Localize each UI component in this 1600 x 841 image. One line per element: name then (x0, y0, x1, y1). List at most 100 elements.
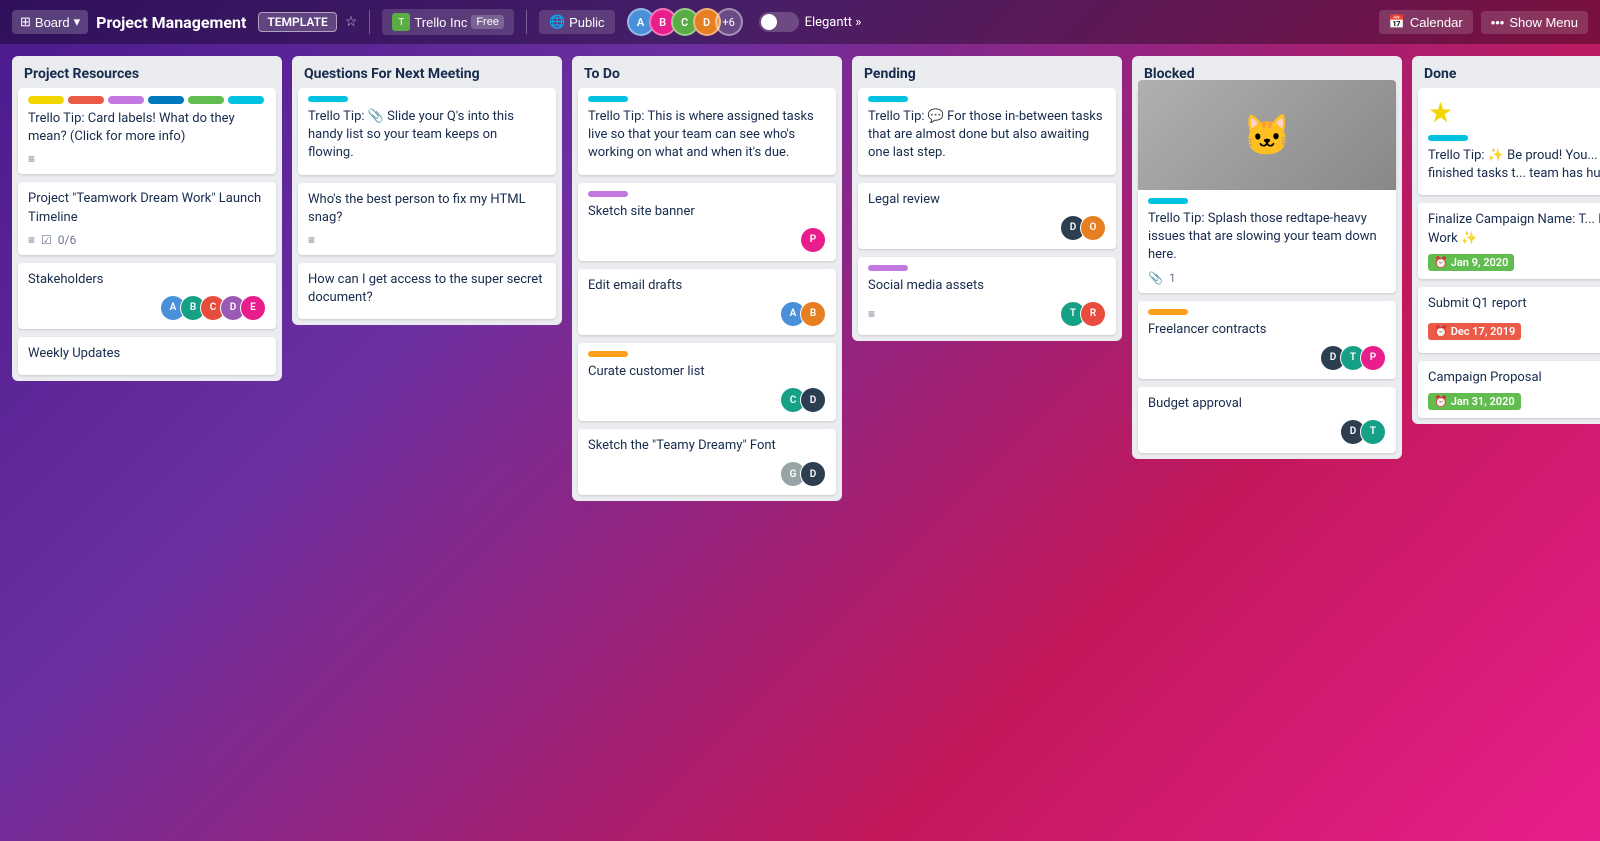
due-date: Jan 9, 2020 (1451, 256, 1509, 269)
cards-container: Trello Tip: This is where assigned tasks… (572, 88, 842, 501)
card-qm-2[interactable]: Who's the best person to fix my HTML sna… (298, 183, 556, 255)
card-title: Trello Tip: This is where assigned tasks… (588, 108, 826, 163)
calendar-button[interactable]: 📅 Calendar (1379, 10, 1473, 34)
more-members-badge[interactable]: +6 (715, 8, 743, 36)
star-icon: ★ (1428, 96, 1600, 129)
card-pr-1[interactable]: Trello Tip: Card labels! What do they me… (18, 88, 276, 174)
card-avatars: D T (1340, 419, 1386, 445)
avatar: D (800, 387, 826, 413)
card-dn-1[interactable]: ★ Trello Tip: ✨ Be proud! You... For all… (1418, 88, 1600, 195)
card-title: Campaign Proposal (1428, 369, 1600, 387)
elegantt-label: Elegantt » (805, 15, 862, 30)
avatar: T (1360, 419, 1386, 445)
label-bar (588, 96, 628, 102)
card-avatars: T R (1060, 301, 1106, 327)
avatar: D (800, 461, 826, 487)
free-badge: Free (471, 15, 504, 29)
attachment-icon: 📎 (1148, 271, 1163, 285)
label-row (28, 96, 266, 104)
column-project-resources: Project Resources Trello Tip: Card label… (12, 56, 282, 381)
card-pr-2[interactable]: Project "Teamwork Dream Work" Launch Tim… (18, 182, 276, 254)
card-dn-4[interactable]: Campaign Proposal ⏰ Jan 31, 2020 (1418, 361, 1600, 418)
card-qm-3[interactable]: How can I get access to the super secret… (298, 263, 556, 319)
due-date: Jan 31, 2020 (1451, 395, 1515, 408)
show-menu-button[interactable]: ••• Show Menu (1481, 11, 1588, 34)
clock-icon: ⏰ (1434, 256, 1448, 269)
column-title: To Do (572, 56, 842, 88)
card-avatars: G D (780, 461, 826, 487)
card-title: Budget approval (1148, 395, 1386, 413)
card-dn-3[interactable]: Submit Q1 report ⏰ Dec 17, 2019 P (1418, 287, 1600, 353)
card-avatars: D O (1060, 215, 1106, 241)
card-td-3[interactable]: Edit email drafts A B (578, 269, 836, 335)
card-pr-3[interactable]: Stakeholders A B C D E (18, 263, 276, 329)
board-title: Project Management (96, 13, 246, 32)
card-td-1[interactable]: Trello Tip: This is where assigned tasks… (578, 88, 836, 175)
label-bar (868, 265, 908, 271)
desc-icon: ≡ (868, 307, 875, 321)
card-title: Legal review (868, 191, 1106, 209)
card-avatars: A B C D E (160, 295, 266, 321)
card-meta: ⏰ Jan 31, 2020 (1428, 393, 1600, 410)
label-bar (1148, 309, 1188, 315)
card-meta: A B (588, 301, 826, 327)
card-title: Who's the best person to fix my HTML sna… (308, 191, 546, 227)
card-td-5[interactable]: Sketch the "Teamy Dreamy" Font G D (578, 429, 836, 495)
column-questions-next-meeting: Questions For Next Meeting Trello Tip: 📎… (292, 56, 562, 325)
column-title: Project Resources (12, 56, 282, 88)
card-meta: C D (588, 387, 826, 413)
due-badge-overdue: ⏰ Dec 17, 2019 (1428, 323, 1521, 340)
cards-container: Trello Tip: Card labels! What do they me… (12, 88, 282, 381)
label-yellow (28, 96, 64, 104)
column-done: Done ★ Trello Tip: ✨ Be proud! You... Fo… (1412, 56, 1600, 424)
star-icon[interactable]: ☆ (345, 14, 358, 30)
elegantt-toggle[interactable] (759, 12, 799, 32)
cards-container: ★ Trello Tip: ✨ Be proud! You... For all… (1412, 88, 1600, 424)
desc-icon: ≡ (308, 233, 315, 247)
card-meta: ≡ (28, 152, 266, 166)
card-meta: P (588, 227, 826, 253)
clock-icon: ⏰ (1434, 395, 1448, 408)
label-green (188, 96, 224, 104)
card-bl-3[interactable]: Budget approval D T (1138, 387, 1396, 453)
card-title: Trello Tip: 📎 Slide your Q's into this h… (308, 108, 546, 163)
card-meta: D T P (1148, 345, 1386, 371)
card-qm-1[interactable]: Trello Tip: 📎 Slide your Q's into this h… (298, 88, 556, 175)
cards-container: Trello Tip: 💬 For those in-between tasks… (852, 88, 1122, 341)
card-meta: D T (1148, 419, 1386, 445)
card-title: Sketch site banner (588, 203, 826, 221)
card-dn-2[interactable]: Finalize Campaign Name: T... Dream Work … (1418, 203, 1600, 278)
card-td-4[interactable]: Curate customer list C D (578, 343, 836, 421)
column-title: Pending (852, 56, 1122, 88)
card-avatars: P (800, 227, 826, 253)
avatar: R (1080, 301, 1106, 327)
due-badge: ⏰ Jan 9, 2020 (1428, 254, 1514, 271)
board-button[interactable]: ⊞ Board ▾ (12, 10, 88, 34)
card-title: Trello Tip: Splash those redtape-heavy i… (1148, 210, 1386, 265)
column-blocked: Blocked 🐱 Trello Tip: Splash those redta… (1132, 56, 1402, 459)
divider (369, 10, 370, 34)
card-title: Project "Teamwork Dream Work" Launch Tim… (28, 190, 266, 226)
avatar: E (240, 295, 266, 321)
card-title: Weekly Updates (28, 345, 266, 363)
card-pe-3[interactable]: Social media assets ≡ T R (858, 257, 1116, 335)
card-pe-1[interactable]: Trello Tip: 💬 For those in-between tasks… (858, 88, 1116, 175)
menu-icon: ≡ (28, 152, 35, 166)
workspace-button[interactable]: T Trello Inc Free (382, 9, 514, 35)
card-bl-1[interactable]: 🐱 Trello Tip: Splash those redtape-heavy… (1138, 88, 1396, 293)
card-title: Finalize Campaign Name: T... Dream Work … (1428, 211, 1600, 247)
card-td-2[interactable]: Sketch site banner P (578, 183, 836, 261)
card-title: Trello Tip: Card labels! What do they me… (28, 110, 266, 146)
card-pe-2[interactable]: Legal review D O (858, 183, 1116, 249)
calendar-icon: 📅 (1389, 14, 1405, 30)
card-title: Submit Q1 report (1428, 295, 1600, 313)
board-icon: ⊞ (20, 14, 31, 30)
desc-icon: ≡ (28, 233, 35, 247)
card-title: Social media assets (868, 277, 1106, 295)
members-avatars: A B C D +6 (627, 8, 743, 36)
card-title: How can I get access to the super secret… (308, 271, 546, 307)
card-bl-2[interactable]: Freelancer contracts D T P (1138, 301, 1396, 379)
card-pr-4[interactable]: Weekly Updates (18, 337, 276, 375)
visibility-button[interactable]: 🌐 Public (539, 10, 615, 34)
card-meta: ⏰ Jan 9, 2020 (1428, 254, 1600, 271)
